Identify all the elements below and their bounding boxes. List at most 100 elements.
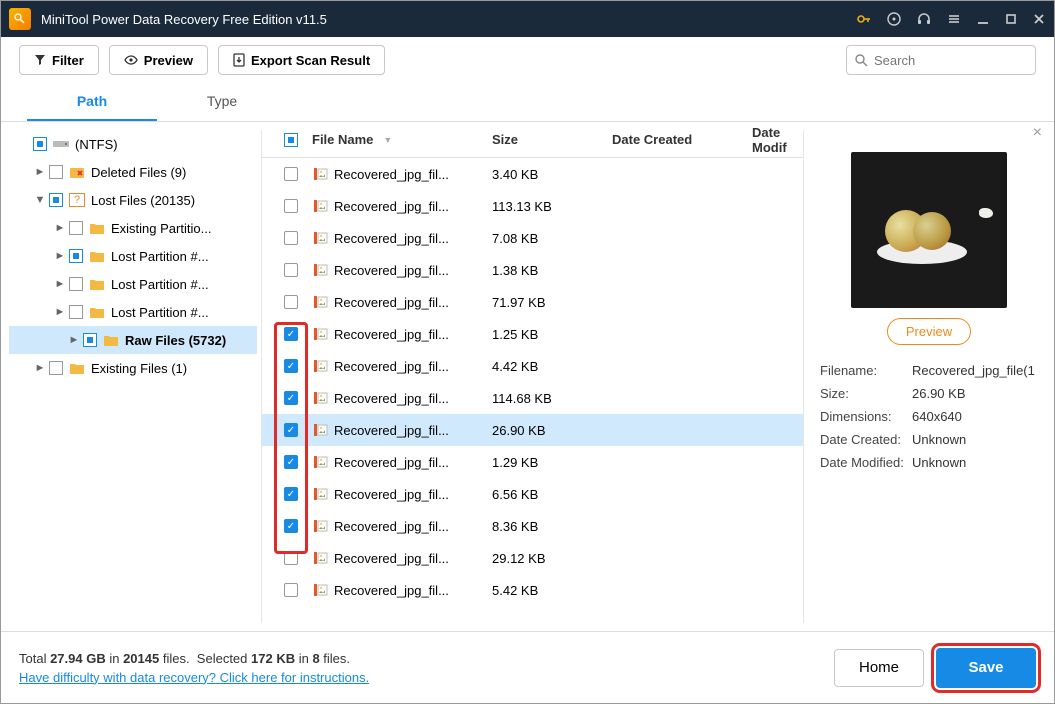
tree-checkbox[interactable] bbox=[33, 137, 47, 151]
row-checkbox[interactable]: ✓ bbox=[284, 455, 298, 469]
table-row[interactable]: Recovered_jpg_fil...113.13 KB bbox=[262, 190, 803, 222]
minimize-icon[interactable] bbox=[976, 12, 990, 26]
row-checkbox[interactable]: ✓ bbox=[284, 359, 298, 373]
headphones-icon[interactable] bbox=[916, 11, 932, 27]
jpg-file-icon bbox=[312, 551, 328, 565]
chevron-icon[interactable]: ► bbox=[51, 250, 69, 262]
export-button[interactable]: Export Scan Result bbox=[218, 45, 385, 75]
disc-icon[interactable] bbox=[886, 11, 902, 27]
eye-icon bbox=[124, 54, 138, 66]
meta-key: Size: bbox=[820, 382, 912, 405]
table-row[interactable]: ✓Recovered_jpg_fil...1.25 KB bbox=[262, 318, 803, 350]
tree-checkbox[interactable] bbox=[83, 333, 97, 347]
file-name: Recovered_jpg_fil... bbox=[334, 263, 492, 278]
key-icon[interactable] bbox=[856, 11, 872, 27]
open-preview-button[interactable]: Preview bbox=[887, 318, 971, 345]
drive-icon bbox=[53, 137, 69, 151]
table-row[interactable]: Recovered_jpg_fil...3.40 KB bbox=[262, 158, 803, 190]
tree-node[interactable]: ►Lost Partition #... bbox=[9, 298, 257, 326]
row-checkbox[interactable]: ✓ bbox=[284, 391, 298, 405]
tree-checkbox[interactable] bbox=[69, 305, 83, 319]
chevron-icon[interactable]: ► bbox=[31, 166, 49, 178]
funnel-icon bbox=[34, 54, 46, 66]
close-panel-icon[interactable]: × bbox=[1033, 124, 1042, 142]
table-row[interactable]: ✓Recovered_jpg_fil...4.42 KB bbox=[262, 350, 803, 382]
chevron-icon[interactable]: ► bbox=[31, 362, 49, 374]
row-checkbox[interactable] bbox=[284, 199, 298, 213]
file-name: Recovered_jpg_fil... bbox=[334, 519, 492, 534]
tab-path[interactable]: Path bbox=[27, 83, 157, 121]
col-date-created[interactable]: Date Created bbox=[612, 132, 752, 147]
col-filename[interactable]: File Name▼ bbox=[312, 132, 492, 147]
tab-type[interactable]: Type bbox=[157, 83, 287, 121]
toolbar: Filter Preview Export Scan Result bbox=[1, 37, 1054, 83]
tree-node[interactable]: ▼?Lost Files (20135) bbox=[9, 186, 257, 214]
maximize-icon[interactable] bbox=[1004, 12, 1018, 26]
tree-checkbox[interactable] bbox=[69, 277, 83, 291]
row-checkbox[interactable]: ✓ bbox=[284, 519, 298, 533]
app-icon bbox=[9, 8, 31, 30]
tree-checkbox[interactable] bbox=[49, 361, 63, 375]
table-row[interactable]: ✓Recovered_jpg_fil...114.68 KB bbox=[262, 382, 803, 414]
menu-icon[interactable] bbox=[946, 11, 962, 27]
table-row[interactable]: ✓Recovered_jpg_fil...1.29 KB bbox=[262, 446, 803, 478]
row-checkbox[interactable] bbox=[284, 551, 298, 565]
search-input[interactable] bbox=[874, 53, 1027, 68]
chevron-icon[interactable]: ► bbox=[51, 222, 69, 234]
table-row[interactable]: ✓ Recovered_jpg_fil...8.36 KB bbox=[262, 510, 803, 542]
chevron-icon[interactable]: ▼ bbox=[31, 194, 49, 206]
save-button[interactable]: Save bbox=[936, 648, 1036, 688]
file-table: File Name▼ Size Date Created Date Modif … bbox=[262, 122, 803, 631]
tree-node[interactable]: ►Lost Partition #... bbox=[9, 270, 257, 298]
select-all-checkbox[interactable] bbox=[284, 133, 298, 147]
row-checkbox[interactable] bbox=[284, 263, 298, 277]
chevron-icon[interactable]: ► bbox=[51, 306, 69, 318]
row-checkbox[interactable] bbox=[284, 231, 298, 245]
table-row[interactable]: Recovered_jpg_fil...1.38 KB bbox=[262, 254, 803, 286]
file-size: 8.36 KB bbox=[492, 519, 612, 534]
chevron-icon[interactable]: ► bbox=[51, 278, 69, 290]
chevron-icon[interactable]: ► bbox=[65, 334, 83, 346]
file-name: Recovered_jpg_fil... bbox=[334, 359, 492, 374]
table-row[interactable]: Recovered_jpg_fil...5.42 KB bbox=[262, 574, 803, 606]
table-row[interactable]: Recovered_jpg_fil...71.97 KB bbox=[262, 286, 803, 318]
tree-node[interactable]: ►Raw Files (5732) bbox=[9, 326, 257, 354]
folder-tree[interactable]: (NTFS)►Deleted Files (9)▼?Lost Files (20… bbox=[1, 122, 261, 631]
table-row[interactable]: ✓Recovered_jpg_fil...26.90 KB bbox=[262, 414, 803, 446]
jpg-file-icon bbox=[312, 583, 328, 597]
table-row[interactable]: Recovered_jpg_fil...7.08 KB bbox=[262, 222, 803, 254]
search-box[interactable] bbox=[846, 45, 1036, 75]
folder-icon bbox=[89, 249, 105, 263]
tree-node[interactable]: ►Existing Files (1) bbox=[9, 354, 257, 382]
tree-node[interactable]: (NTFS) bbox=[9, 130, 257, 158]
row-checkbox[interactable] bbox=[284, 295, 298, 309]
folder-icon bbox=[103, 333, 119, 347]
row-checkbox[interactable] bbox=[284, 583, 298, 597]
tree-checkbox[interactable] bbox=[69, 221, 83, 235]
tree-checkbox[interactable] bbox=[49, 165, 63, 179]
col-date-modified[interactable]: Date Modif bbox=[752, 125, 795, 155]
preview-button[interactable]: Preview bbox=[109, 45, 208, 75]
tree-node[interactable]: ►Lost Partition #... bbox=[9, 242, 257, 270]
tree-node[interactable]: ►Deleted Files (9) bbox=[9, 158, 257, 186]
col-size[interactable]: Size bbox=[492, 132, 612, 147]
folder-icon bbox=[69, 361, 85, 375]
file-size: 29.12 KB bbox=[492, 551, 612, 566]
filter-button[interactable]: Filter bbox=[19, 45, 99, 75]
search-icon bbox=[855, 54, 868, 67]
home-button[interactable]: Home bbox=[834, 649, 924, 687]
table-row[interactable]: ✓Recovered_jpg_fil...6.56 KB bbox=[262, 478, 803, 510]
title-bar: MiniTool Power Data Recovery Free Editio… bbox=[1, 1, 1054, 37]
tree-node[interactable]: ►Existing Partitio... bbox=[9, 214, 257, 242]
row-checkbox[interactable]: ✓ bbox=[284, 487, 298, 501]
row-checkbox[interactable]: ✓ bbox=[284, 327, 298, 341]
tree-checkbox[interactable] bbox=[49, 193, 63, 207]
tree-checkbox[interactable] bbox=[69, 249, 83, 263]
row-checkbox[interactable]: ✓ bbox=[284, 423, 298, 437]
help-link[interactable]: Have difficulty with data recovery? Clic… bbox=[19, 670, 369, 685]
meta-value: Unknown bbox=[912, 428, 1038, 451]
table-row[interactable]: Recovered_jpg_fil...29.12 KB bbox=[262, 542, 803, 574]
row-checkbox[interactable] bbox=[284, 167, 298, 181]
close-icon[interactable] bbox=[1032, 12, 1046, 26]
file-name: Recovered_jpg_fil... bbox=[334, 231, 492, 246]
